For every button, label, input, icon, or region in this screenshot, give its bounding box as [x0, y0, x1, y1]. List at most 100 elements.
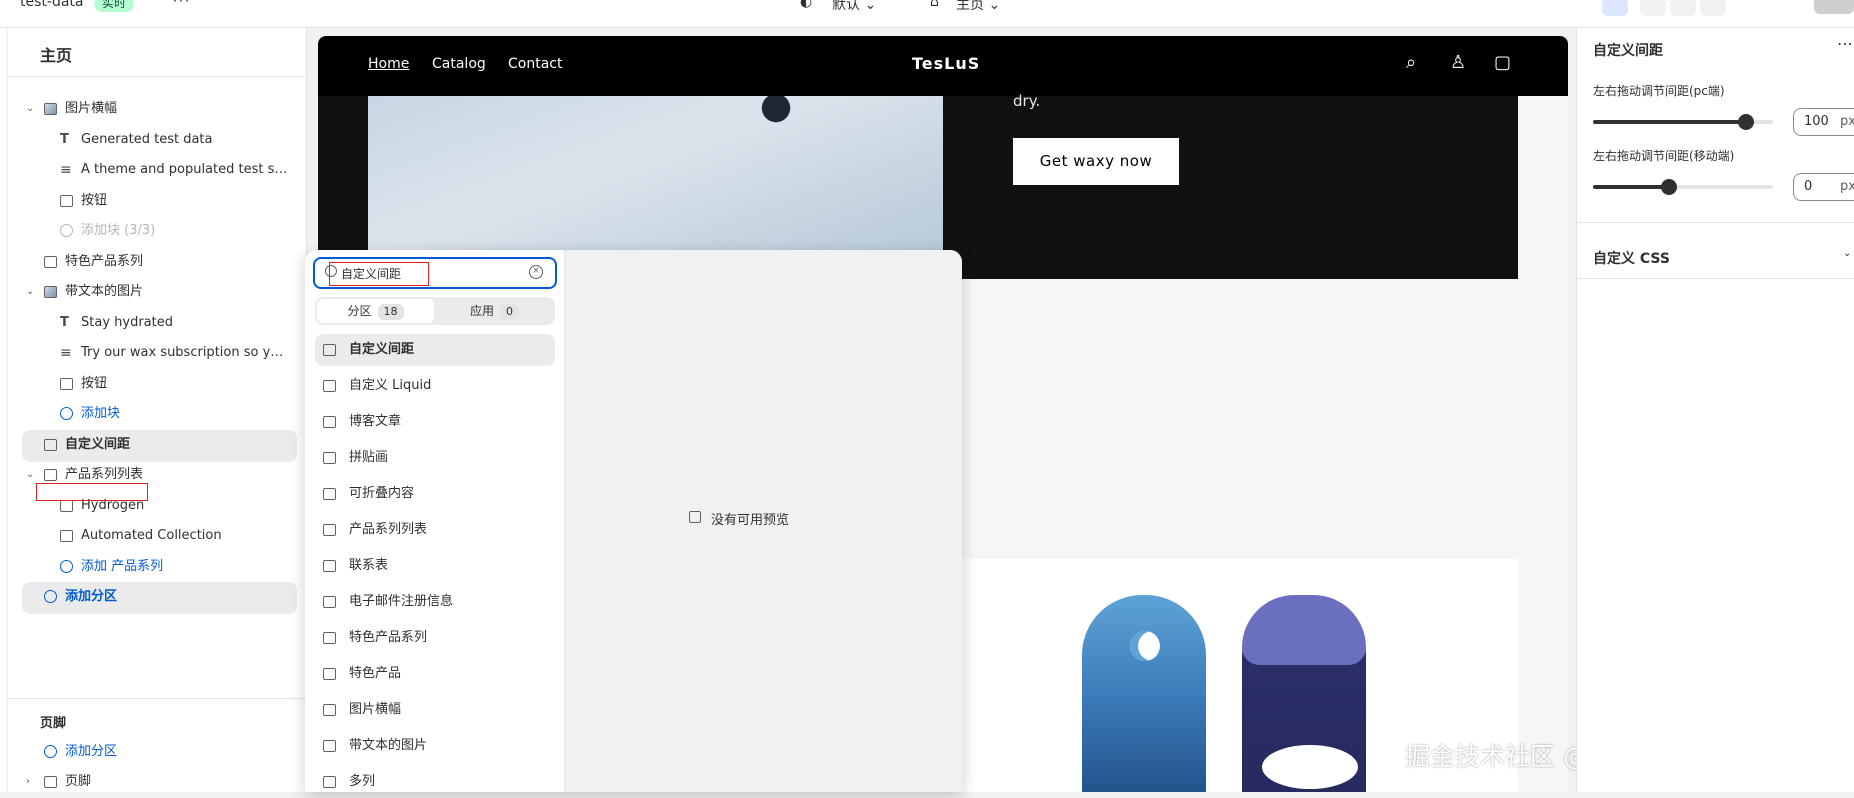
- sidebar-item[interactable]: 按钮: [0, 368, 307, 400]
- store-brand[interactable]: TesLuS: [912, 54, 980, 73]
- pc-spacing-input[interactable]: 100 px: [1793, 108, 1854, 136]
- fullscreen-icon[interactable]: [1700, 0, 1726, 16]
- sidebar-item[interactable]: Automated Collection: [0, 520, 307, 552]
- sidebar-item[interactable]: ≡ Try our wax subscription so you...: [0, 337, 307, 369]
- section-option[interactable]: 多列: [315, 766, 555, 792]
- footer-add-section-button[interactable]: 添加分区: [0, 736, 307, 768]
- section-icon: [323, 560, 336, 572]
- sidebar-item-label: 带文本的图片: [65, 284, 144, 299]
- nav-home-link[interactable]: Home: [368, 56, 409, 72]
- settings-title: 自定义间距: [1593, 43, 1663, 59]
- slider-thumb[interactable]: [1660, 179, 1677, 195]
- sidebar-item-label: Stay hydrated: [81, 315, 173, 330]
- mobile-spacing-slider[interactable]: [1593, 179, 1773, 195]
- section-icon: [44, 776, 57, 788]
- section-option[interactable]: 特色产品: [315, 658, 555, 690]
- sidebar-item[interactable]: ⌄ 图片横幅: [0, 93, 307, 125]
- sidebar-item[interactable]: 添加块 (3/3): [0, 215, 307, 247]
- sidebar-item[interactable]: 特色产品系列: [0, 246, 307, 278]
- sidebar-item-label: 按钮: [81, 193, 108, 208]
- section-option[interactable]: 可折叠内容: [315, 478, 555, 510]
- section-icon: [323, 776, 336, 788]
- section-preview-pane: 没有可用预览: [565, 250, 962, 792]
- redo-icon[interactable]: [1766, 0, 1792, 16]
- section-icon: [323, 632, 336, 644]
- undo-icon[interactable]: [1736, 0, 1762, 16]
- section-option[interactable]: 博客文章: [315, 406, 555, 438]
- page-selector[interactable]: 主页 ⌄: [956, 0, 1000, 14]
- section-option[interactable]: 产品系列列表: [315, 514, 555, 546]
- section-icon: [44, 256, 57, 268]
- section-option[interactable]: 带文本的图片: [315, 730, 555, 762]
- section-option-label: 博客文章: [349, 414, 402, 429]
- section-option-label: 特色产品系列: [349, 630, 428, 645]
- sidebar-item-label: Try our wax subscription so you...: [81, 345, 290, 360]
- save-button[interactable]: [1814, 0, 1854, 14]
- section-option[interactable]: 自定义间距: [315, 334, 555, 366]
- section-option-label: 特色产品: [349, 666, 402, 681]
- chevron-down-icon[interactable]: ⌄: [26, 93, 34, 125]
- text-icon: T: [60, 315, 69, 330]
- sidebar-item[interactable]: 自定义间距: [0, 429, 307, 462]
- frame-icon: [60, 500, 73, 512]
- pc-spacing-label: 左右拖动调节间距(pc端): [1593, 84, 1725, 98]
- inspector-icon[interactable]: [1602, 0, 1628, 16]
- get-waxy-button[interactable]: Get waxy now: [1013, 138, 1179, 185]
- picker-tabs: 分区 18 应用 0: [315, 297, 555, 325]
- section-option[interactable]: 电子邮件注册信息: [315, 586, 555, 618]
- sections-sidebar: 主页 ⌄ 图片横幅 T Generated test data ≡ A theme and…: [0, 28, 307, 792]
- snowboard-product-image[interactable]: [1082, 595, 1206, 792]
- chevron-down-icon[interactable]: ⌄: [26, 459, 34, 491]
- section-icon: [323, 380, 336, 392]
- mobile-spacing-input[interactable]: 0 px: [1793, 173, 1854, 201]
- store-header: Home Catalog Contact TesLuS ⌕ ♙ ▢: [318, 36, 1568, 96]
- footer-section-item[interactable]: › 页脚: [0, 766, 307, 798]
- search-icon[interactable]: ⌕: [1406, 52, 1428, 74]
- section-option[interactable]: 联系表: [315, 550, 555, 582]
- sidebar-item[interactable]: ⌄ 带文本的图片: [0, 276, 307, 308]
- snowboard-product-image[interactable]: [1242, 595, 1366, 792]
- chevron-down-icon[interactable]: ⌄: [26, 276, 34, 308]
- tab-apps[interactable]: 应用 0: [436, 299, 553, 323]
- sidebar-item[interactable]: 添加分区: [0, 581, 307, 614]
- clear-search-icon[interactable]: ×: [529, 265, 543, 279]
- mobile-icon[interactable]: [1670, 0, 1696, 16]
- section-icon: [323, 596, 336, 608]
- footer-heading: 页脚: [40, 716, 67, 731]
- custom-css-heading[interactable]: 自定义 CSS: [1593, 248, 1670, 268]
- account-icon[interactable]: ♙: [1450, 52, 1472, 74]
- sidebar-item[interactable]: 添加 产品系列: [0, 551, 307, 583]
- home-icon[interactable]: ⌂: [930, 0, 939, 10]
- sidebar-item-label: A theme and populated test stor...: [81, 162, 290, 177]
- sidebar-item[interactable]: ≡ A theme and populated test stor...: [0, 154, 307, 186]
- add-icon: [60, 560, 73, 573]
- sidebar-item[interactable]: T Stay hydrated: [0, 307, 307, 339]
- section-option[interactable]: 拼贴画: [315, 442, 555, 474]
- theme-selector[interactable]: 默认 ⌄: [832, 0, 876, 14]
- sidebar-item[interactable]: T Generated test data: [0, 124, 307, 156]
- desktop-icon[interactable]: [1640, 0, 1666, 16]
- sidebar-item[interactable]: 按钮: [0, 185, 307, 217]
- section-option[interactable]: 特色产品系列: [315, 622, 555, 654]
- section-option[interactable]: 图片横幅: [315, 694, 555, 726]
- sidebar-item[interactable]: 添加块: [0, 398, 307, 430]
- skier-image: [758, 96, 818, 126]
- slider-thumb[interactable]: [1738, 114, 1754, 130]
- section-icon: [44, 439, 57, 451]
- frame-icon: [60, 530, 73, 542]
- more-icon[interactable]: ⋯: [1837, 34, 1853, 53]
- section-option[interactable]: 自定义 Liquid: [315, 370, 555, 402]
- section-icon: [323, 416, 336, 428]
- nav-catalog-link[interactable]: Catalog: [432, 56, 486, 72]
- pc-spacing-slider[interactable]: [1593, 114, 1773, 130]
- more-icon[interactable]: ⋯: [172, 0, 190, 11]
- tab-sections[interactable]: 分区 18: [317, 299, 434, 323]
- highlight-box: [36, 483, 148, 501]
- cart-icon[interactable]: ▢: [1494, 52, 1516, 74]
- globe-icon[interactable]: ◐: [800, 0, 812, 10]
- chevron-down-icon[interactable]: ⌄: [1843, 248, 1851, 259]
- section-option-label: 联系表: [349, 558, 389, 573]
- lines-icon: ≡: [60, 162, 72, 178]
- nav-contact-link[interactable]: Contact: [508, 56, 562, 72]
- chevron-right-icon: ›: [26, 776, 30, 787]
